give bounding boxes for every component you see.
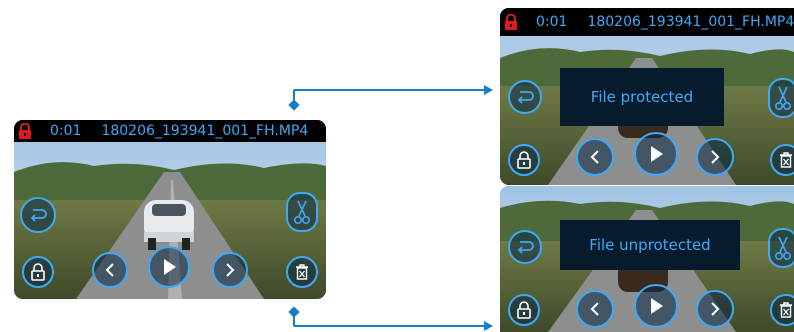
play-icon	[651, 298, 663, 314]
play-button[interactable]	[148, 246, 190, 288]
status-bar: 0:01 180206_193941_001_FH.MP4	[14, 120, 326, 142]
back-button[interactable]	[20, 197, 56, 233]
lock-button[interactable]	[508, 144, 540, 176]
playback-screen-main: 0:01 180206_193941_001_FH.MP4	[14, 120, 326, 299]
next-button[interactable]	[696, 138, 734, 176]
play-button[interactable]	[634, 284, 678, 328]
delete-button[interactable]	[770, 144, 794, 176]
scissors-icon	[293, 200, 311, 224]
previous-button[interactable]	[92, 252, 128, 288]
scissors-icon	[774, 236, 792, 260]
trash-icon	[296, 264, 308, 280]
status-message: File unprotected	[560, 220, 740, 270]
chevron-right-icon	[711, 150, 720, 164]
lock-button[interactable]	[22, 256, 54, 288]
chevron-left-icon	[590, 302, 599, 316]
back-button[interactable]	[508, 80, 542, 114]
padlock-red-icon	[500, 8, 522, 36]
padlock-red-icon	[14, 120, 36, 142]
chevron-left-icon	[590, 150, 599, 164]
status-bar: 0:01 180206_193941_001_FH.MP4	[500, 8, 794, 36]
back-arrow-icon	[30, 209, 47, 222]
cut-button[interactable]	[768, 78, 794, 118]
play-button[interactable]	[634, 132, 678, 176]
chevron-right-icon	[226, 263, 235, 277]
cut-button[interactable]	[768, 228, 794, 268]
back-arrow-icon	[517, 241, 534, 254]
status-message: File protected	[560, 68, 724, 126]
previous-button[interactable]	[576, 290, 614, 328]
filename: 180206_193941_001_FH.MP4	[101, 123, 309, 139]
scissors-icon	[774, 86, 792, 110]
playback-screen-protected: 0:01 180206_193941_001_FH.MP4 File prote…	[500, 8, 794, 185]
lock-icon	[517, 301, 531, 319]
delete-button[interactable]	[286, 256, 318, 288]
play-icon	[651, 146, 663, 162]
back-button[interactable]	[508, 230, 542, 264]
trash-icon	[780, 152, 792, 168]
cut-button[interactable]	[286, 192, 318, 232]
next-button[interactable]	[212, 252, 248, 288]
chevron-right-icon	[711, 302, 720, 316]
timecode: 0:01	[50, 123, 82, 139]
trash-icon	[780, 302, 792, 318]
lock-icon	[31, 263, 45, 281]
lock-button[interactable]	[508, 294, 540, 326]
back-arrow-icon	[517, 91, 534, 104]
filename: 180206_193941_001_FH.MP4	[587, 14, 794, 30]
play-icon	[164, 259, 176, 275]
chevron-left-icon	[105, 263, 114, 277]
playback-screen-unprotected: File unprotected	[500, 186, 794, 332]
delete-button[interactable]	[770, 294, 794, 326]
next-button[interactable]	[696, 290, 734, 328]
previous-button[interactable]	[576, 138, 614, 176]
lock-icon	[517, 151, 531, 169]
timecode: 0:01	[536, 14, 568, 30]
